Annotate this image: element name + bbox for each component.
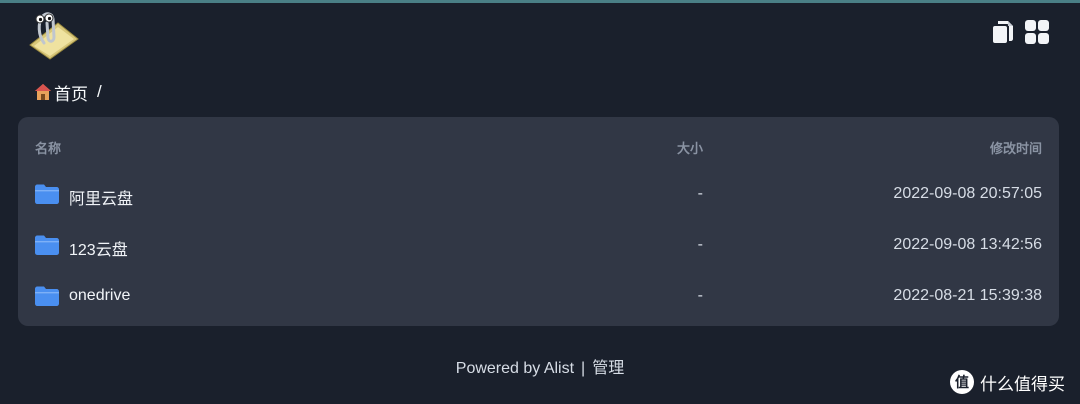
folder-icon (35, 184, 59, 204)
footer-separator: | (581, 360, 586, 377)
table-row[interactable]: onedrive - 2022-08-21 15:39:38 (18, 272, 1059, 323)
file-name: 阿里云盘 (69, 191, 134, 208)
svg-text:值: 值 (955, 374, 969, 390)
folder-icon (35, 286, 59, 306)
header (0, 3, 1080, 63)
home-icon (34, 83, 52, 101)
file-modified: 2022-08-21 15:39:38 (893, 287, 1042, 304)
breadcrumb-separator: / (97, 82, 102, 101)
file-name: onedrive (69, 287, 131, 304)
table-row[interactable]: 123云盘 - 2022-09-08 13:42:56 (18, 221, 1059, 272)
watermark-text: 什么值得买 (980, 374, 1065, 394)
column-header-size[interactable]: 大小 (677, 138, 703, 157)
table-row[interactable]: 阿里云盘 - 2022-09-08 20:57:05 (18, 170, 1059, 221)
breadcrumb: 首页 / (34, 80, 102, 104)
smzdm-logo-icon: 值 (950, 370, 974, 394)
column-header-name[interactable]: 名称 (35, 138, 61, 157)
file-modified: 2022-09-08 20:57:05 (893, 185, 1042, 202)
folder-icon (35, 235, 59, 255)
file-list: 名称 大小 修改时间 阿里云盘 - 2022-09-08 20:57:05 12… (18, 117, 1059, 326)
grid-view-icon[interactable] (1024, 19, 1050, 45)
file-size: - (697, 185, 703, 202)
paperclip-logo[interactable] (22, 9, 82, 61)
powered-by-link[interactable]: Powered by Alist (456, 360, 574, 377)
file-size: - (697, 236, 703, 253)
footer: Powered by Alist | 管理 (0, 354, 1080, 378)
table-header: 名称 大小 修改时间 (18, 117, 1059, 173)
file-modified: 2022-09-08 13:42:56 (893, 236, 1042, 253)
breadcrumb-home-link[interactable]: 首页 (54, 80, 88, 105)
copy-icon[interactable] (990, 19, 1016, 45)
column-header-modified[interactable]: 修改时间 (990, 138, 1042, 157)
admin-link[interactable]: 管理 (592, 360, 624, 377)
file-name: 123云盘 (69, 242, 128, 259)
watermark: 值 什么值得买 (950, 369, 1065, 395)
file-size: - (697, 287, 703, 304)
